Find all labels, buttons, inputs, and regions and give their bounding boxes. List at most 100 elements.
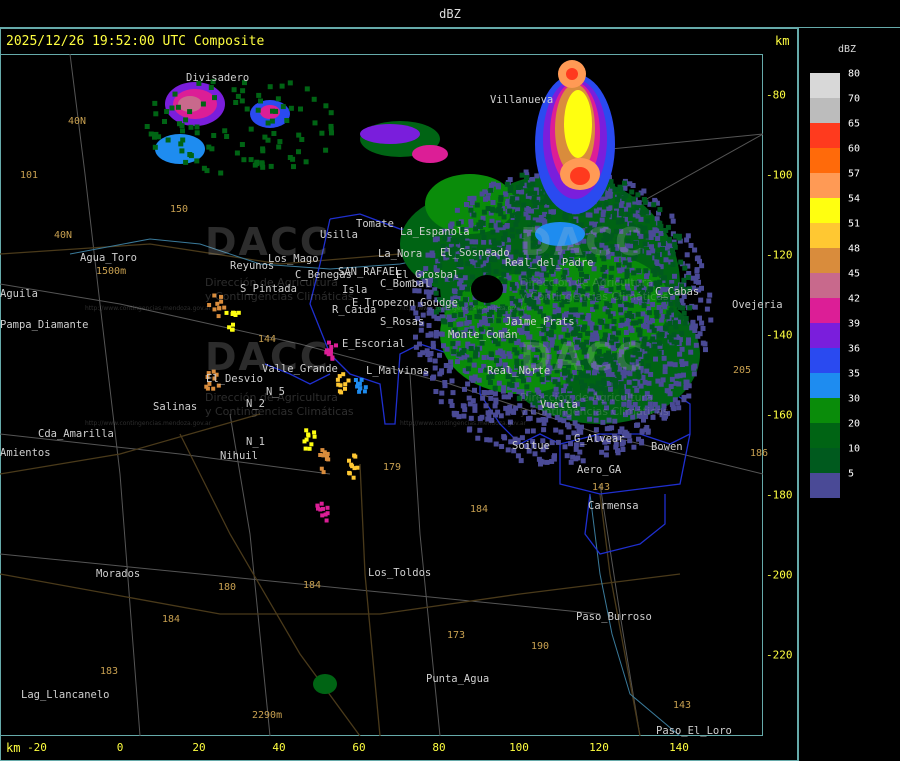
y-tick-label: -220 bbox=[766, 648, 793, 662]
elevation-label: 2290m bbox=[252, 710, 283, 721]
x-tick-label: 20 bbox=[192, 741, 206, 754]
route-label: 143 bbox=[592, 482, 611, 493]
legend-swatch bbox=[810, 173, 840, 198]
legend-label: 39 bbox=[848, 318, 861, 330]
route-label: 183 bbox=[100, 666, 119, 677]
place-label: Bowen bbox=[651, 441, 683, 453]
x-tick-label: 0 bbox=[116, 741, 124, 754]
legend-swatch bbox=[810, 248, 840, 273]
legend-label: 45 bbox=[848, 268, 861, 280]
place-label: L_Malvinas bbox=[366, 365, 430, 377]
route-label: 190 bbox=[531, 641, 550, 652]
legend-label: 35 bbox=[848, 368, 861, 380]
legend-title: dBZ bbox=[838, 44, 857, 55]
watermark-url: http://www.contingencias.mendoza.gov.ar bbox=[400, 420, 527, 427]
place-label: Salinas bbox=[153, 401, 198, 413]
place-label: Paso_Burroso bbox=[576, 611, 652, 623]
place-label: Agua_Toro bbox=[80, 252, 137, 264]
legend-swatch bbox=[810, 348, 840, 373]
legend-label: 36 bbox=[848, 343, 861, 355]
legend-swatch bbox=[810, 123, 840, 148]
place-label: Ovejeria bbox=[732, 299, 783, 311]
legend-swatch bbox=[810, 273, 840, 298]
place-label: Divisadero bbox=[186, 72, 250, 84]
route-label: 40N bbox=[54, 230, 73, 241]
place-label: G_Alvear bbox=[574, 433, 625, 445]
y-tick-label: -180 bbox=[766, 488, 793, 502]
watermark-url: http://www.contingencias.mendoza.gov.ar bbox=[400, 305, 527, 312]
y-tick-label: -100 bbox=[766, 168, 793, 182]
route-label: 184 bbox=[470, 504, 489, 515]
legend-label: 42 bbox=[848, 293, 861, 305]
legend-swatch bbox=[810, 448, 840, 473]
y-tick-label: -200 bbox=[766, 568, 793, 582]
place-label: Punta_Agua bbox=[426, 673, 490, 685]
legend-swatch bbox=[810, 98, 840, 123]
elevation-label: 1500m bbox=[96, 266, 127, 277]
route-label: 184 bbox=[303, 580, 322, 591]
legend-swatch bbox=[810, 73, 840, 98]
legend-label: 10 bbox=[848, 443, 861, 455]
route-label: 179 bbox=[383, 462, 402, 473]
route-label: 173 bbox=[447, 630, 466, 641]
watermark-url: http://www.contingencias.mendoza.gov.ar bbox=[85, 305, 212, 312]
place-label: S_Pintada bbox=[240, 283, 297, 295]
legend-label: 48 bbox=[848, 243, 861, 255]
place-label: Jaime_Prats bbox=[505, 316, 575, 328]
place-label: Aero_GA bbox=[577, 464, 622, 476]
place-label: R_Caida bbox=[332, 304, 377, 316]
place-label: C_Bombal bbox=[380, 278, 431, 290]
route-label: 101 bbox=[20, 170, 39, 181]
legend-label: 51 bbox=[848, 218, 861, 230]
legend-label: 54 bbox=[848, 193, 861, 205]
legend-label: 57 bbox=[848, 168, 861, 180]
legend-label: 65 bbox=[848, 118, 861, 130]
x-tick-label: 80 bbox=[432, 741, 446, 754]
place-label: Valle_Grande bbox=[262, 363, 338, 375]
place-label: SAN_RAFAEL bbox=[338, 266, 402, 278]
place-label: Nihuil bbox=[220, 450, 258, 462]
legend-swatch bbox=[810, 198, 840, 223]
x-tick-label: 100 bbox=[509, 741, 529, 754]
route-label: 186 bbox=[750, 448, 769, 459]
watermark-line2: y Contingencias Climáticas bbox=[205, 405, 354, 418]
legend-label: 20 bbox=[848, 418, 861, 430]
route-label: 40N bbox=[68, 116, 87, 127]
legend-label: 60 bbox=[848, 143, 861, 155]
place-label: N_1 bbox=[246, 436, 265, 448]
place-label: Usilla bbox=[320, 229, 358, 241]
x-tick-label: 60 bbox=[352, 741, 366, 754]
legend-swatch bbox=[810, 373, 840, 398]
place-label: E_Escorial bbox=[342, 338, 406, 350]
legend-label: 30 bbox=[848, 393, 861, 405]
legend-swatch bbox=[810, 223, 840, 248]
place-label: El_Desvio bbox=[206, 373, 263, 385]
place-label: N_2 bbox=[246, 398, 265, 410]
place-label: Carmensa bbox=[588, 500, 639, 512]
place-label: Paso_El_Loro bbox=[656, 725, 732, 737]
y-tick-label: -140 bbox=[766, 328, 793, 342]
place-label: Los_Mago bbox=[268, 253, 319, 265]
place-label: El_Sosneado bbox=[440, 247, 510, 259]
place-label: Aguila bbox=[0, 288, 38, 300]
place-label: Soitue bbox=[512, 440, 550, 452]
legend-label: 70 bbox=[848, 93, 861, 105]
watermark-url: http://www.contingencias.mendoza.gov.ar bbox=[85, 420, 212, 427]
km-unit-top: km bbox=[775, 34, 790, 48]
legend-swatch bbox=[810, 398, 840, 423]
y-tick-label: -120 bbox=[766, 248, 793, 262]
legend-label: 5 bbox=[848, 468, 855, 480]
place-label: Morados bbox=[96, 568, 141, 580]
place-label: Isla bbox=[342, 284, 368, 296]
place-label: Villanueva bbox=[490, 94, 554, 106]
watermark-line2: y Contingencias Climáticas bbox=[520, 290, 669, 303]
y-tick-label: -160 bbox=[766, 408, 793, 422]
window-title: dBZ bbox=[0, 0, 900, 28]
x-tick-label: 120 bbox=[589, 741, 609, 754]
place-label: Cda_Amarilla bbox=[38, 428, 114, 440]
place-label: Real_del_Padre bbox=[505, 257, 594, 269]
timestamp-label: 2025/12/26 19:52:00 UTC Composite bbox=[6, 34, 265, 49]
route-label: 180 bbox=[218, 582, 237, 593]
place-label: C_Cabas bbox=[655, 286, 700, 298]
route-label: 150 bbox=[170, 204, 189, 215]
